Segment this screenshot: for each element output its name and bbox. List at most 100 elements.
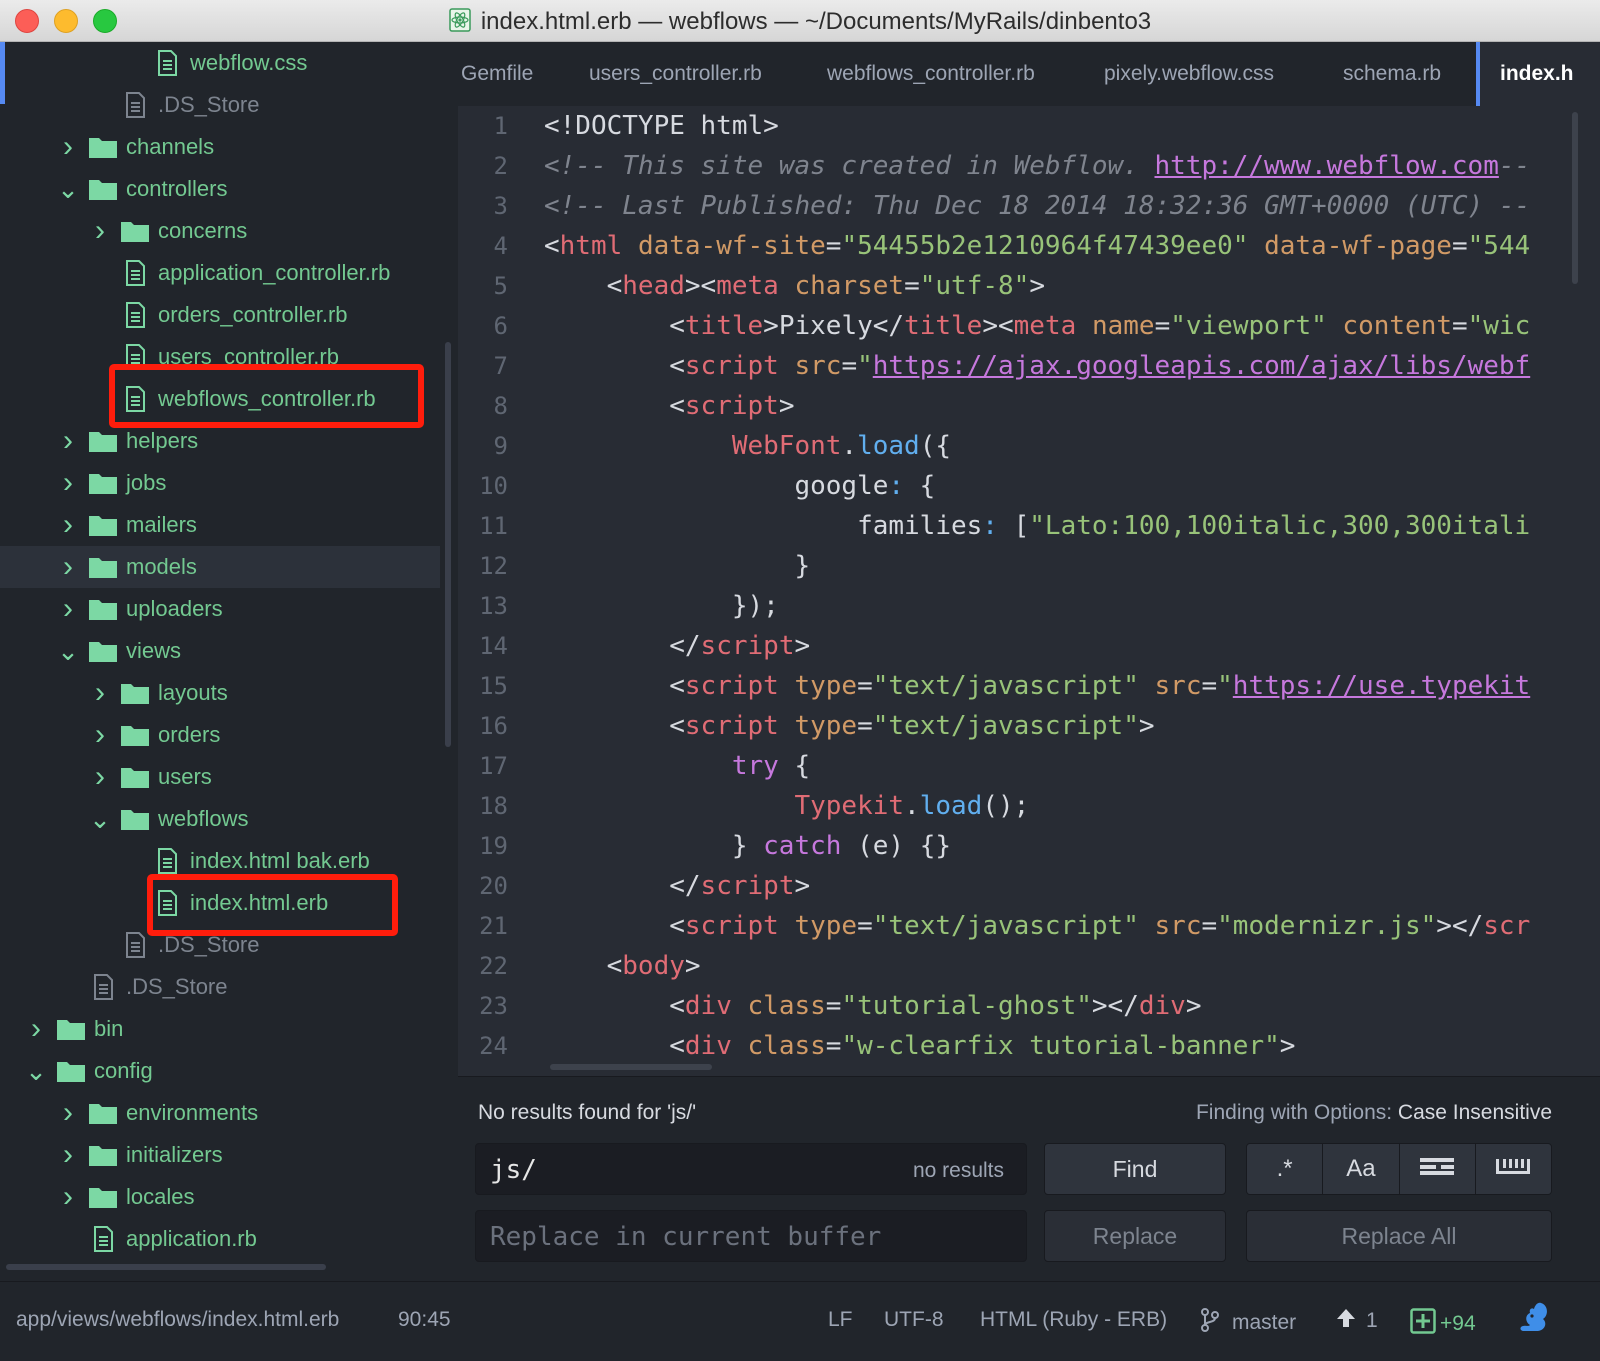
code-line[interactable]: <body> [544, 946, 701, 986]
find-input[interactable]: js/ no results [475, 1143, 1027, 1195]
editor-vertical-scrollbar[interactable] [1572, 112, 1578, 284]
tree-folder-webflows[interactable]: ⌄ webflows [0, 798, 440, 840]
code-token: . [841, 431, 858, 461]
tab-index-html-erb[interactable]: index.h [1476, 42, 1600, 106]
whole-word-toggle-button[interactable] [1475, 1144, 1551, 1194]
tree-folder-users[interactable]: › users [0, 756, 440, 798]
tree-folder-channels[interactable]: › channels [0, 126, 440, 168]
tab-users-controller[interactable]: users_controller.rb [589, 42, 762, 106]
tree-folder-models[interactable]: › models [0, 546, 440, 588]
tree-file-ds-store[interactable]: .DS_Store [0, 84, 440, 126]
tab-webflows-controller[interactable]: webflows_controller.rb [827, 42, 1035, 106]
tree-folder-locales[interactable]: › locales [0, 1176, 440, 1218]
code-line[interactable]: <script> [544, 386, 794, 426]
code-line[interactable]: <!-- Last Published: Thu Dec 18 2014 18:… [544, 186, 1530, 226]
status-grammar[interactable]: HTML (Ruby - ERB) [980, 1308, 1167, 1332]
find-button[interactable]: Find [1044, 1143, 1226, 1195]
tree-folder-config[interactable]: ⌄ config [0, 1050, 440, 1092]
editor-horizontal-scrollbar[interactable] [550, 1064, 712, 1070]
status-git-branch[interactable]: master [1200, 1308, 1296, 1338]
status-encoding[interactable]: UTF-8 [884, 1308, 944, 1332]
tree-folder-layouts[interactable]: › layouts [0, 672, 440, 714]
code-line[interactable]: try { [544, 746, 810, 786]
code-line[interactable]: <div class="tutorial-ghost"></div> [544, 986, 1201, 1026]
chevron-right-icon[interactable]: › [56, 1182, 80, 1212]
chevron-right-icon[interactable]: › [56, 132, 80, 162]
tree-folder-initializers[interactable]: › initializers [0, 1134, 440, 1176]
code-line[interactable]: Typekit.load(); [544, 786, 1029, 826]
tab-gemfile[interactable]: Gemfile [461, 42, 533, 106]
chevron-right-icon[interactable]: › [56, 468, 80, 498]
code-editor[interactable]: 1 2 3 4 5 6 7 8 9 10 11 12 13 14 15 16 17 18 19 20 21 22 23 24 … [458, 106, 1600, 1076]
code-line[interactable]: <script type="text/javascript" src="http… [544, 666, 1530, 706]
tree-folder-orders[interactable]: › orders [0, 714, 440, 756]
code-line[interactable]: families: ["Lato:100,100italic,300,300it… [544, 506, 1530, 546]
tree-folder-views[interactable]: ⌄ views [0, 630, 440, 672]
tree-file-application-controller-rb[interactable]: application_controller.rb [0, 252, 440, 294]
in-selection-toggle-button[interactable] [1399, 1144, 1476, 1194]
match-case-toggle-button[interactable]: Aa [1323, 1144, 1400, 1194]
chevron-right-icon[interactable]: › [88, 216, 112, 246]
replace-input[interactable]: Replace in current buffer [475, 1210, 1027, 1262]
replace-button[interactable]: Replace [1044, 1210, 1226, 1262]
chevron-right-icon[interactable]: › [56, 1140, 80, 1170]
code-line[interactable]: <script src="https://ajax.googleapis.com… [544, 346, 1530, 386]
status-cursor-position[interactable]: 90:45 [398, 1308, 451, 1332]
tree-folder-jobs[interactable]: › jobs [0, 462, 440, 504]
tree-folder-uploaders[interactable]: › uploaders [0, 588, 440, 630]
chevron-right-icon[interactable]: › [56, 510, 80, 540]
tree-file-webflow-css[interactable]: webflow.css [0, 42, 440, 84]
code-line[interactable]: </script> [544, 866, 810, 906]
chevron-right-icon[interactable]: › [56, 1098, 80, 1128]
regex-toggle-button[interactable]: .* [1247, 1144, 1324, 1194]
chevron-down-icon[interactable]: ⌄ [56, 176, 80, 202]
status-file-path[interactable]: app/views/webflows/index.html.erb [16, 1308, 339, 1332]
tree-view[interactable]: webflow.css .DS_Store › channels ⌄ controller… [0, 42, 458, 1281]
code-line[interactable]: WebFont.load({ [544, 426, 951, 466]
code-line[interactable]: <div class="w-clearfix tutorial-banner"> [544, 1026, 1295, 1066]
code-line[interactable]: <script type="text/javascript" src="mode… [544, 906, 1530, 946]
tree-folder-bin[interactable]: › bin [0, 1008, 440, 1050]
tree-file-application-rb[interactable]: application.rb [0, 1218, 440, 1260]
status-line-ending[interactable]: LF [828, 1308, 853, 1332]
tree-vertical-scrollbar[interactable] [445, 342, 451, 747]
code-line[interactable]: } catch (e) {} [544, 826, 951, 866]
tree-folder-controllers[interactable]: ⌄ controllers [0, 168, 440, 210]
chevron-right-icon[interactable]: › [88, 678, 112, 708]
tree-folder-environments[interactable]: › environments [0, 1092, 440, 1134]
chevron-down-icon[interactable]: ⌄ [88, 806, 112, 832]
tree-file-ds-store[interactable]: .DS_Store [0, 966, 440, 1008]
chevron-right-icon[interactable]: › [88, 720, 112, 750]
code-token[interactable]: https://use.typekit [1233, 671, 1530, 701]
code-line[interactable]: <!DOCTYPE html> [544, 106, 779, 146]
replace-all-button[interactable]: Replace All [1246, 1210, 1552, 1262]
tree-folder-mailers[interactable]: › mailers [0, 504, 440, 546]
code-line[interactable]: <html data-wf-site="54455b2e1210964f4743… [544, 226, 1530, 266]
status-git-diff[interactable]: +94 [1410, 1308, 1476, 1340]
code-token: } [544, 831, 764, 861]
code-line[interactable]: </script> [544, 626, 810, 666]
chevron-down-icon[interactable]: ⌄ [24, 1058, 48, 1084]
code-line[interactable]: <title>Pixely</title><meta name="viewpor… [544, 306, 1530, 346]
chevron-right-icon[interactable]: › [56, 426, 80, 456]
chevron-right-icon[interactable]: › [56, 594, 80, 624]
status-git-ahead[interactable]: 1 [1336, 1308, 1378, 1334]
chevron-down-icon[interactable]: ⌄ [56, 638, 80, 664]
code-line[interactable]: } [544, 546, 810, 586]
tab-pixely-webflow-css[interactable]: pixely.webflow.css [1104, 42, 1274, 106]
code-line[interactable]: <head><meta charset="utf-8"> [544, 266, 1045, 306]
code-line[interactable]: <script type="text/javascript"> [544, 706, 1154, 746]
code-line[interactable]: google: { [544, 466, 935, 506]
chevron-right-icon[interactable]: › [24, 1014, 48, 1044]
tree-folder-concerns[interactable]: › concerns [0, 210, 440, 252]
chevron-right-icon[interactable]: › [88, 762, 112, 792]
code-line[interactable]: <!-- This site was created in Webflow. h… [544, 146, 1530, 186]
tab-schema[interactable]: schema.rb [1343, 42, 1441, 106]
tree-horizontal-scrollbar[interactable] [6, 1264, 326, 1270]
code-line[interactable]: }); [544, 586, 779, 626]
chevron-right-icon[interactable]: › [56, 552, 80, 582]
squirrel-icon[interactable] [1516, 1300, 1550, 1334]
code-token[interactable]: http://www.webflow.com [1154, 151, 1498, 181]
code-token[interactable]: https://ajax.googleapis.com/ajax/libs/we… [873, 351, 1530, 381]
tree-file-orders-controller-rb[interactable]: orders_controller.rb [0, 294, 440, 336]
